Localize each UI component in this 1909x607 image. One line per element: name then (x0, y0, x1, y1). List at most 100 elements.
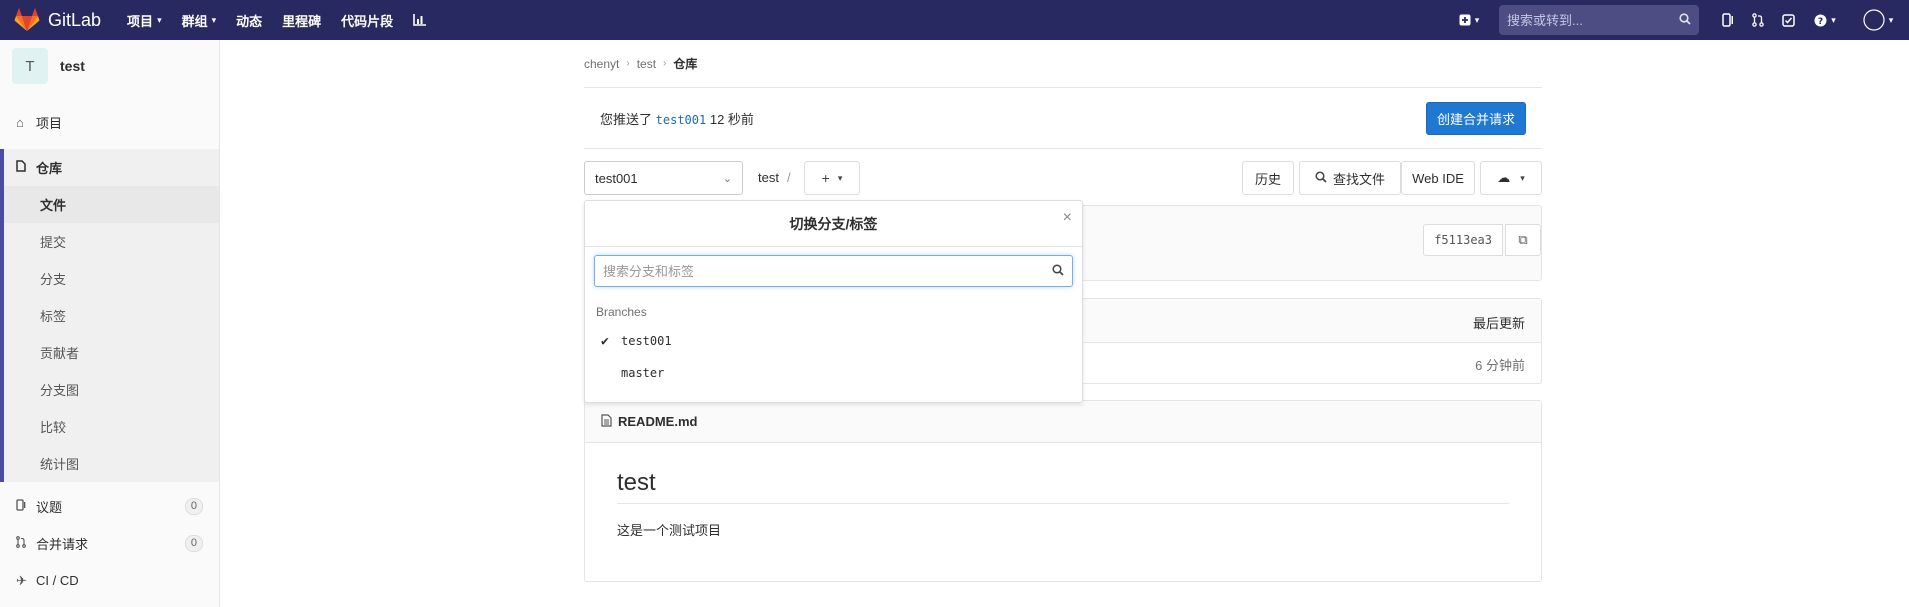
branch-item-label: master (621, 366, 665, 380)
sidebar-subitem-compare[interactable]: 比较 (4, 408, 219, 445)
readme-panel: README.md test 这是一个测试项目 (584, 400, 1542, 582)
dropdown-title-text: 切换分支/标签 (789, 215, 878, 232)
cloud-download-icon: ☁ (1497, 170, 1511, 185)
add-to-tree-button[interactable]: + ▾ (804, 161, 860, 195)
sidebar-item-issues[interactable]: 议题 0 (0, 488, 219, 525)
readme-filename[interactable]: README.md (618, 414, 697, 429)
branch-item-test001[interactable]: ✔ test001 (585, 325, 1082, 357)
search-icon (1052, 263, 1064, 279)
branch-search-input[interactable] (603, 263, 1043, 279)
chevron-down-icon: ▾ (837, 172, 843, 183)
tanuki-icon (14, 8, 40, 31)
chevron-down-icon: ⌄ (722, 172, 732, 185)
branch-item-label: test001 (621, 334, 672, 348)
branch-search[interactable] (594, 255, 1073, 287)
sidebar-item-repository[interactable]: 仓库 (4, 149, 219, 186)
sidebar-item-label: 项目 (36, 116, 63, 131)
row-last-update: 6 分钟前 (1475, 358, 1525, 373)
chevron-down-icon: ▾ (157, 14, 162, 25)
sidebar-item-merge-requests[interactable]: 合并请求 0 (0, 525, 219, 562)
svg-text:?: ? (1818, 17, 1823, 27)
readme-paragraph: 这是一个测试项目 (617, 523, 722, 538)
web-ide-button[interactable]: Web IDE (1401, 161, 1475, 195)
push-branch-name[interactable]: test001 (656, 113, 707, 127)
push-message: 您推送了 test001 12 秒前 (600, 109, 754, 128)
breadcrumb-namespace[interactable]: chenyt (584, 57, 619, 71)
close-icon[interactable]: × (1063, 209, 1072, 227)
breadcrumb-current[interactable]: 仓库 (673, 55, 697, 72)
branch-dropdown: 切换分支/标签 × Branches ✔ test001 master (584, 200, 1083, 403)
new-item-icon[interactable]: ▾ (1449, 5, 1489, 35)
tree-controls: test001 ⌄ test / + ▾ 历史 查找文件 Web IDE ☁ ▾ (584, 161, 1542, 195)
repo-path: test / (758, 170, 799, 185)
plus-icon: + (821, 170, 830, 186)
sidebar-item-label: 仓库 (36, 161, 63, 176)
push-prefix: 您推送了 (600, 111, 653, 127)
recent-push-banner: 您推送了 test001 12 秒前 创建合并请求 (584, 88, 1542, 149)
sidebar-subitem-graph[interactable]: 分支图 (4, 371, 219, 408)
global-search[interactable] (1499, 5, 1699, 35)
chevron-right-icon: › (663, 58, 667, 69)
path-separator: / (786, 170, 791, 185)
sidebar-project-header[interactable]: T test (0, 40, 219, 92)
check-icon: ✔ (601, 333, 609, 349)
issues-icon[interactable] (1713, 5, 1743, 35)
file-icon (601, 413, 612, 430)
path-root[interactable]: test (758, 170, 779, 185)
commit-sha[interactable]: f5113ea3 (1423, 224, 1503, 256)
issues-count-badge: 0 (184, 498, 203, 515)
merge-request-icon (16, 536, 36, 551)
push-time: 12 秒前 (709, 111, 754, 127)
nav-snippets[interactable]: 代码片段 (341, 11, 393, 30)
todo-icon[interactable] (1773, 5, 1803, 35)
user-avatar-icon[interactable]: ▾ (1847, 5, 1909, 35)
project-name: test (60, 58, 85, 74)
nav-groups-label: 群组 (181, 13, 208, 29)
top-navbar: GitLab 项目▾ 群组▾ 动态 里程碑 代码片段 ▾ ?▾ (0, 0, 1909, 40)
branch-selector-value: test001 (595, 170, 638, 186)
sidebar-subitem-tags[interactable]: 标签 (4, 297, 219, 334)
nav-activity[interactable]: 动态 (236, 11, 262, 30)
project-sidebar: T test ⌂ 项目 仓库 文件 提交 分支 标签 贡献者 分支图 比较 统计… (0, 40, 220, 607)
sidebar-repository-section: 仓库 文件 提交 分支 标签 贡献者 分支图 比较 统计图 (0, 149, 219, 482)
nav-groups[interactable]: 群组 ▾ (182, 11, 217, 30)
find-file-label: 查找文件 (1332, 171, 1385, 187)
search-icon (1315, 170, 1327, 186)
breadcrumb: chenyt › test › 仓库 (584, 40, 1542, 88)
sidebar-subitem-commits[interactable]: 提交 (4, 223, 219, 260)
sidebar-item-label: 合并请求 (36, 537, 89, 552)
main-content: chenyt › test › 仓库 您推送了 test001 12 秒前 创建… (584, 40, 1542, 582)
gitlab-logo[interactable]: GitLab (14, 8, 101, 32)
nav-milestones[interactable]: 里程碑 (282, 11, 321, 30)
sidebar-subitem-contributors[interactable]: 贡献者 (4, 334, 219, 371)
readme-content: test 这是一个测试项目 (585, 443, 1541, 539)
nav-projects[interactable]: 项目 ▾ (127, 11, 162, 30)
help-icon[interactable]: ? ▾ (1803, 5, 1847, 35)
dropdown-title: 切换分支/标签 × (585, 201, 1082, 247)
nav-projects-label: 项目 (127, 13, 154, 29)
merge-requests-count-badge: 0 (184, 535, 203, 552)
branches-section-header: Branches (596, 305, 647, 319)
copy-sha-button[interactable]: ⧉ (1505, 224, 1541, 256)
sidebar-subitem-files[interactable]: 文件 (4, 186, 219, 223)
document-icon (16, 160, 36, 175)
copy-icon: ⧉ (1518, 232, 1528, 247)
sidebar-item-ci-cd[interactable]: ✈ CI / CD (0, 562, 219, 599)
sidebar-subitem-charts[interactable]: 统计图 (4, 445, 219, 482)
home-icon: ⌂ (16, 115, 24, 130)
branch-selector[interactable]: test001 ⌄ (584, 161, 743, 195)
branch-item-master[interactable]: master (585, 357, 1082, 389)
chart-icon[interactable] (413, 14, 427, 26)
breadcrumb-project[interactable]: test (637, 57, 656, 71)
merge-request-icon[interactable] (1743, 5, 1773, 35)
download-button[interactable]: ☁ ▾ (1480, 161, 1542, 195)
sidebar-subitem-branches[interactable]: 分支 (4, 260, 219, 297)
search-input[interactable] (1507, 12, 1667, 28)
search-icon (1679, 12, 1691, 28)
last-update-header: 最后更新 (1472, 316, 1525, 331)
create-merge-request-button[interactable]: 创建合并请求 (1425, 101, 1526, 135)
brand-name: GitLab (48, 9, 102, 30)
find-file-button[interactable]: 查找文件 (1299, 161, 1401, 195)
sidebar-item-project[interactable]: ⌂ 项目 (0, 104, 219, 141)
history-button[interactable]: 历史 (1242, 161, 1294, 195)
